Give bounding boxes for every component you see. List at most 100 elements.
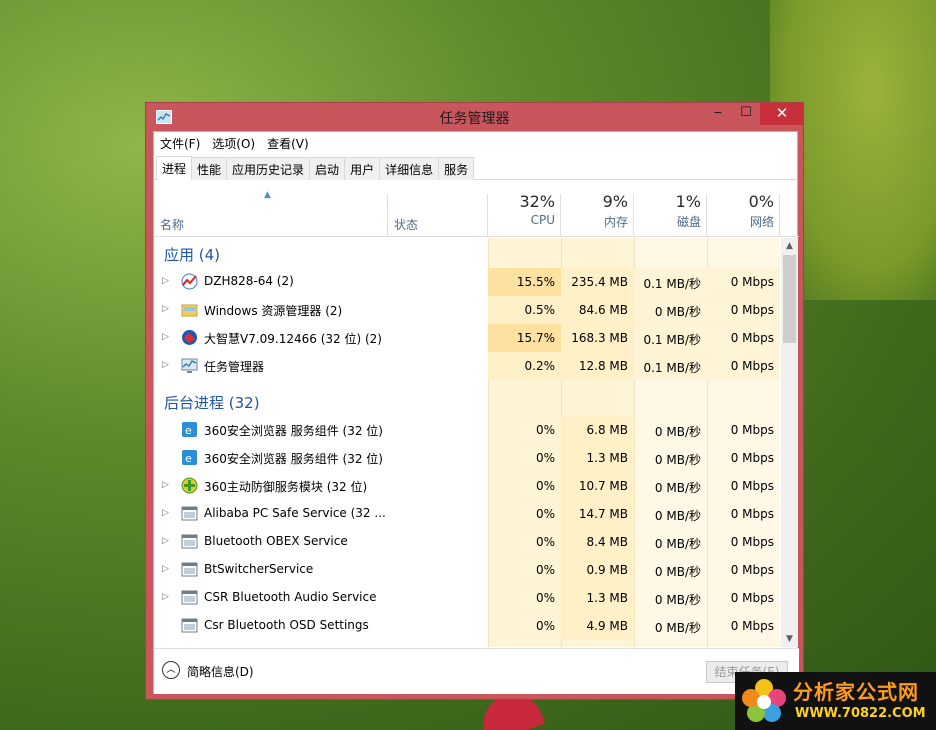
group-title: 后台进程 (32)	[164, 394, 260, 412]
scroll-thumb[interactable]	[783, 255, 796, 343]
memory-value: 4.9 MB	[561, 612, 634, 640]
scroll-down-icon[interactable]: ▼	[781, 631, 798, 647]
scroll-up-icon[interactable]: ▲	[781, 238, 798, 254]
cpu-value: 0.2%	[488, 352, 561, 380]
process-name: Windows 资源管理器 (2)	[204, 304, 343, 318]
minimize-button[interactable]: ‒	[704, 103, 732, 125]
disk-value: 0.1 MB/秒	[634, 268, 707, 296]
process-row[interactable]: e 360安全浏览器 服务组件 (32 位) 0% 6.8 MB 0 MB/秒 0 Mbp…	[154, 416, 780, 444]
column-divider[interactable]	[387, 194, 388, 237]
process-name: Csr Bluetooth OSD Settings	[204, 618, 369, 632]
column-cpu[interactable]: 32% CPU	[488, 192, 555, 227]
tab-processes[interactable]: 进程	[156, 156, 193, 180]
close-button[interactable]: ✕	[760, 103, 804, 125]
tab-performance[interactable]: 性能	[191, 157, 228, 180]
disk-value: 0.1 MB/秒	[634, 352, 707, 380]
disk-value: 0 MB/秒	[654, 453, 701, 467]
vertical-scrollbar[interactable]: ▲ ▼	[781, 238, 798, 647]
disk-value: 0 MB/秒	[654, 481, 701, 495]
menu-bar: 文件(F) 选项(O) 查看(V)	[154, 132, 797, 154]
menu-file[interactable]: 文件(F)	[154, 132, 206, 154]
cpu-value: 0%	[535, 563, 555, 577]
process-row[interactable]: ▷ 360主动防御服务模块 (32 位) 0% 10.7 MB 0 MB/秒 0 Mbps	[154, 472, 780, 500]
network-value: 0 Mbps	[730, 591, 774, 605]
client-area: 文件(F) 选项(O) 查看(V) 进程 性能 应用历史记录 启动 用户 详细信…	[153, 131, 799, 694]
column-status[interactable]: 状态	[394, 216, 418, 233]
expand-chevron-icon[interactable]: ▷	[162, 332, 169, 342]
network-value: 0 Mbps	[730, 507, 774, 521]
process-name: 360安全浏览器 服务组件 (32 位)	[204, 452, 383, 466]
process-name: 大智慧V7.09.12466 (32 位) (2)	[204, 332, 382, 346]
expand-chevron-icon[interactable]: ▷	[162, 592, 169, 602]
tab-app-history[interactable]: 应用历史记录	[226, 157, 311, 180]
process-row[interactable]: ▷ DZH828-64 (2) 15.5% 235.4 MB 0.1 MB/秒 0 Mbp…	[154, 268, 780, 296]
memory-value: 235.4 MB	[561, 268, 634, 296]
expand-chevron-icon[interactable]: ▷	[162, 480, 169, 490]
expand-chevron-icon[interactable]: ▷	[162, 276, 169, 286]
disk-total: 1%	[675, 192, 701, 211]
process-row[interactable]: ▷ BtSwitcherService 0% 0.9 MB 0 MB/秒 0 Mbps	[154, 556, 780, 584]
column-disk[interactable]: 1% 磁盘	[634, 192, 701, 230]
process-row[interactable]: e 360安全浏览器 服务组件 (32 位) 0% 1.3 MB 0 MB/秒 0 Mbp…	[154, 444, 780, 472]
menu-view[interactable]: 查看(V)	[261, 132, 315, 154]
dzh-icon	[181, 273, 198, 290]
process-row[interactable]: ▷ 任务管理器 0.2% 12.8 MB 0.1 MB/秒 0 Mbps	[154, 352, 780, 380]
disk-value: 0 MB/秒	[654, 621, 701, 635]
memory-value: 8.4 MB	[561, 528, 634, 556]
process-row[interactable]: ▷ Windows 资源管理器 (2) 0.5% 84.6 MB 0 MB/秒 0 Mbp…	[154, 296, 780, 324]
disk-value: 0 MB/秒	[654, 509, 701, 523]
process-row[interactable]: ▷ 大智慧V7.09.12466 (32 位) (2) 15.7% 168.3 MB 0…	[154, 324, 780, 352]
group-header: 后台进程 (32)	[154, 386, 780, 416]
column-header: ▲ 名称 状态 32% CPU 9% 内存 1% 磁盘 0% 网络	[154, 180, 799, 237]
disk-value: 0 MB/秒	[634, 296, 707, 324]
process-row[interactable]: Csr Bluetooth OSD Settings 0% 4.9 MB 0 MB/秒…	[154, 612, 780, 640]
column-divider[interactable]	[779, 194, 780, 237]
process-row[interactable]: ▷ CSR Bluetooth Audio Service 0% 1.3 MB 0 MB…	[154, 584, 780, 612]
column-network[interactable]: 0% 网络	[707, 192, 774, 230]
maximize-button[interactable]: ☐	[732, 103, 760, 125]
disk-label: 磁盘	[676, 215, 701, 229]
task-manager-window: 任务管理器 ‒ ☐ ✕ 文件(F) 选项(O) 查看(V) 进程 性能 应用历史…	[145, 102, 804, 700]
cpu-value: 0%	[535, 423, 555, 437]
tab-bar: 进程 性能 应用历史记录 启动 用户 详细信息 服务	[154, 154, 797, 180]
network-value: 0 Mbps	[730, 423, 774, 437]
service-icon	[181, 617, 198, 634]
network-value: 0 Mbps	[730, 451, 774, 465]
network-value: 0 Mbps	[707, 352, 780, 380]
cpu-value: 0%	[535, 507, 555, 521]
process-list: 应用 (4) ▷ DZH828-64 (2) 15.5% 235.4 MB 0.1 MB/…	[154, 238, 780, 647]
column-memory[interactable]: 9% 内存	[561, 192, 628, 230]
disk-value: 0 MB/秒	[654, 537, 701, 551]
process-row[interactable]: ▷ Alibaba PC Safe Service (32 ... 0% 14.7 M…	[154, 500, 780, 528]
memory-value: 14.7 MB	[561, 500, 634, 528]
360-defense-icon	[181, 477, 198, 494]
cpu-value: 0%	[535, 591, 555, 605]
tab-users[interactable]: 用户	[344, 157, 381, 180]
column-name[interactable]: 名称	[160, 216, 184, 233]
expand-chevron-icon[interactable]: ▷	[162, 508, 169, 518]
cpu-value: 0%	[535, 619, 555, 633]
360-browser-icon: e	[181, 449, 198, 466]
cpu-label: CPU	[530, 213, 555, 227]
chevron-up-icon[interactable]: ︿	[162, 661, 180, 679]
service-icon	[181, 533, 198, 550]
fewer-details-link[interactable]: 简略信息(D)	[187, 663, 254, 680]
memory-value: 1.3 MB	[561, 444, 634, 472]
cpu-value: 0%	[535, 535, 555, 549]
expand-chevron-icon[interactable]: ▷	[162, 536, 169, 546]
memory-total: 9%	[602, 192, 628, 211]
disk-value: 0 MB/秒	[654, 593, 701, 607]
title-bar[interactable]: 任务管理器 ‒ ☐ ✕	[146, 103, 804, 131]
process-row[interactable]: ▷ Bluetooth OBEX Service 0% 8.4 MB 0 MB/秒 0 M…	[154, 528, 780, 556]
expand-chevron-icon[interactable]: ▷	[162, 564, 169, 574]
expand-chevron-icon[interactable]: ▷	[162, 304, 169, 314]
network-value: 0 Mbps	[730, 479, 774, 493]
cpu-value: 0%	[535, 479, 555, 493]
menu-options[interactable]: 选项(O)	[206, 132, 261, 154]
tab-services[interactable]: 服务	[438, 157, 475, 180]
tab-details[interactable]: 详细信息	[379, 157, 440, 180]
process-name: DZH828-64 (2)	[204, 274, 294, 288]
disk-value: 0.1 MB/秒	[634, 324, 707, 352]
tab-startup[interactable]: 启动	[309, 157, 346, 180]
expand-chevron-icon[interactable]: ▷	[162, 360, 169, 370]
